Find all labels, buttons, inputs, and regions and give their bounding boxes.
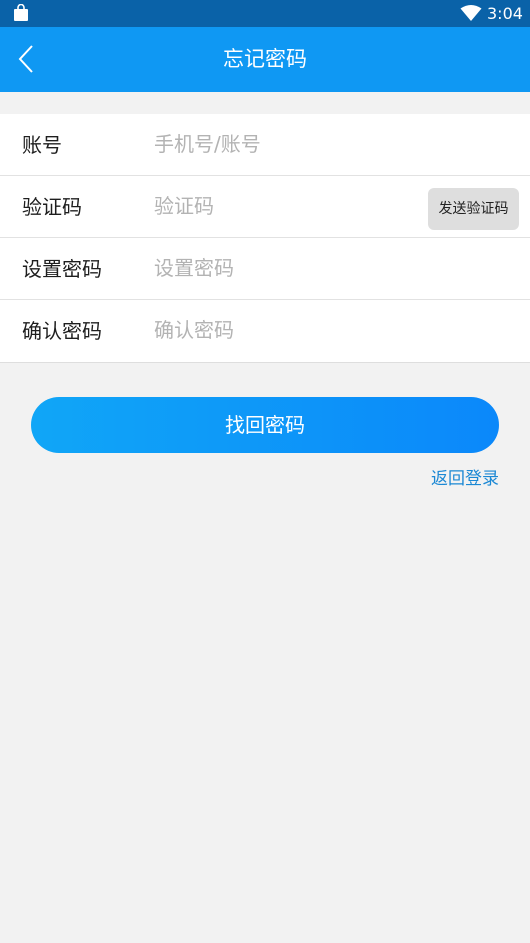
- send-code-button[interactable]: 发送验证码: [428, 188, 519, 230]
- new-password-input[interactable]: [150, 238, 428, 298]
- confirm-password-label: 确认密码: [22, 319, 102, 343]
- page-title: 忘记密码: [223, 47, 307, 71]
- new-password-row: 设置密码: [0, 238, 530, 300]
- code-row: 验证码 发送验证码: [0, 176, 530, 238]
- account-label: 账号: [22, 133, 62, 157]
- recover-password-button[interactable]: 找回密码: [31, 397, 499, 453]
- wifi-icon: [460, 5, 482, 21]
- code-label: 验证码: [22, 195, 82, 219]
- reset-password-form: 账号 验证码 发送验证码 设置密码 确认密码: [0, 114, 530, 363]
- confirm-password-row: 确认密码: [0, 300, 530, 362]
- bag-icon: [14, 4, 28, 21]
- status-bar: 3:04: [0, 0, 530, 27]
- new-password-label: 设置密码: [22, 257, 102, 281]
- account-input[interactable]: [150, 114, 428, 174]
- confirm-password-input[interactable]: [150, 300, 428, 360]
- back-button[interactable]: [8, 37, 48, 81]
- chevron-left-icon: [18, 45, 33, 73]
- code-input[interactable]: [150, 176, 428, 236]
- status-time: 3:04: [487, 4, 523, 23]
- app-bar: 忘记密码: [0, 27, 530, 92]
- back-to-login-link[interactable]: 返回登录: [431, 466, 499, 492]
- account-row: 账号: [0, 114, 530, 176]
